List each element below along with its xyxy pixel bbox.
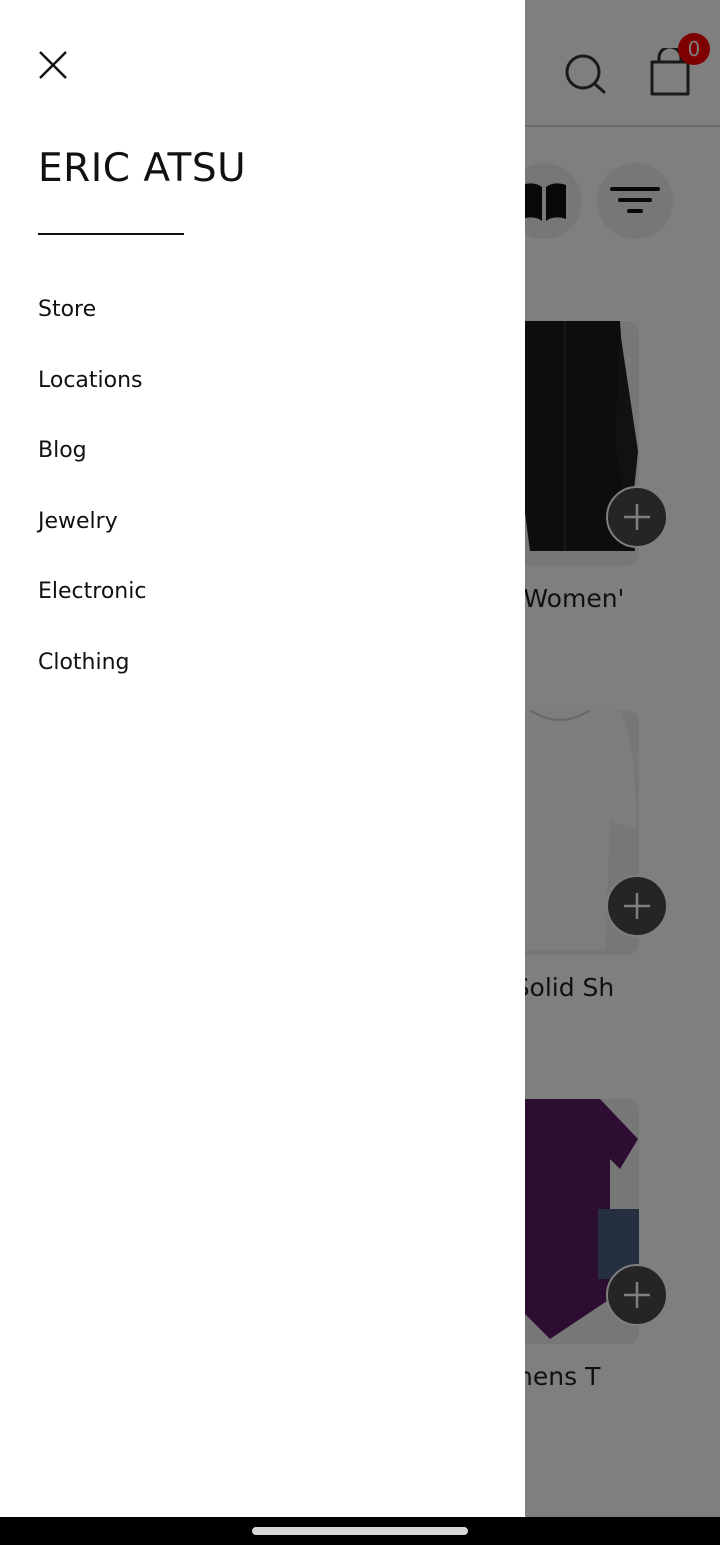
menu-item-clothing[interactable]: Clothing xyxy=(38,643,146,714)
drawer-title: ERIC ATSU xyxy=(38,146,247,191)
menu-item-jewelry[interactable]: Jewelry xyxy=(38,502,146,573)
close-button[interactable] xyxy=(34,46,72,84)
menu-item-store[interactable]: Store xyxy=(38,290,146,361)
title-divider xyxy=(38,233,184,235)
close-icon xyxy=(39,51,67,79)
system-navigation-bar xyxy=(0,1517,720,1545)
navigation-drawer: ERIC ATSU Store Locations Blog Jewelry E… xyxy=(0,0,525,1517)
menu-item-blog[interactable]: Blog xyxy=(38,431,146,502)
menu-item-locations[interactable]: Locations xyxy=(38,361,146,432)
drawer-menu: Store Locations Blog Jewelry Electronic … xyxy=(38,290,146,713)
home-gesture-handle[interactable] xyxy=(252,1527,468,1535)
menu-item-electronic[interactable]: Electronic xyxy=(38,572,146,643)
